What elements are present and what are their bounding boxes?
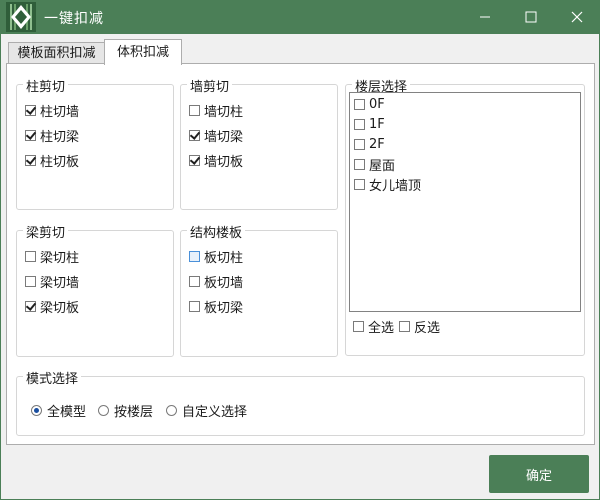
tab-volume[interactable]: 体积扣减 bbox=[104, 39, 182, 65]
checkbox-label: 梁切柱 bbox=[40, 250, 80, 266]
radio-label: 按楼层 bbox=[114, 404, 154, 420]
checkbox-checked-icon bbox=[25, 154, 36, 166]
checkbox-label: 反选 bbox=[414, 320, 441, 336]
checkbox-label: 梁切墙 bbox=[40, 275, 80, 291]
list-item-label: 女儿墙顶 bbox=[369, 178, 422, 194]
list-item-floor-0f[interactable]: 0F bbox=[354, 95, 385, 113]
close-icon bbox=[571, 11, 583, 23]
checkbox-unchecked-icon bbox=[399, 320, 410, 332]
checkbox-wall-cut-slab[interactable]: 墙切板 bbox=[189, 151, 244, 170]
checkbox-unchecked-icon bbox=[189, 300, 200, 312]
checkbox-label: 柱切墙 bbox=[40, 104, 80, 120]
group-title-mode-selection: 模式选择 bbox=[23, 368, 82, 387]
checkbox-unchecked-icon bbox=[189, 275, 200, 287]
group-title-structural-slab: 结构楼板 bbox=[187, 222, 246, 241]
title-bar: 一键扣减 bbox=[0, 0, 600, 34]
checkbox-column-cut-beam[interactable]: 柱切梁 bbox=[25, 126, 80, 145]
checkbox-label: 墙切柱 bbox=[204, 104, 244, 120]
minimize-icon bbox=[480, 16, 490, 18]
list-item-floor-1f[interactable]: 1F bbox=[354, 115, 385, 133]
radio-by-floor[interactable]: 按楼层 bbox=[98, 401, 154, 420]
checkbox-unchecked-icon bbox=[354, 118, 365, 130]
group-title-wall-cut: 墙剪切 bbox=[187, 76, 233, 95]
checkbox-label: 墙切梁 bbox=[204, 129, 244, 145]
radio-unselected-icon bbox=[166, 404, 177, 416]
checkbox-slab-cut-beam[interactable]: 板切梁 bbox=[189, 297, 244, 316]
checkbox-unchecked-icon bbox=[354, 98, 365, 110]
checkbox-beam-cut-column[interactable]: 梁切柱 bbox=[25, 247, 80, 266]
checkbox-label: 柱切梁 bbox=[40, 129, 80, 145]
list-item-floor-roof[interactable]: 屋面 bbox=[354, 155, 396, 174]
checkbox-invert-selection[interactable]: 反选 bbox=[399, 317, 441, 336]
checkbox-select-all[interactable]: 全选 bbox=[353, 317, 395, 336]
checkbox-unchecked-icon bbox=[25, 275, 36, 287]
maximize-icon bbox=[525, 11, 537, 23]
window-title: 一键扣减 bbox=[44, 11, 104, 27]
list-item-label: 0F bbox=[369, 96, 385, 112]
radio-label: 全模型 bbox=[47, 404, 87, 420]
checkbox-wall-cut-column[interactable]: 墙切柱 bbox=[189, 101, 244, 120]
checkbox-label: 板切柱 bbox=[204, 250, 244, 266]
checkbox-checked-icon bbox=[25, 104, 36, 116]
radio-selected-icon bbox=[31, 404, 42, 416]
checkbox-unchecked-icon bbox=[189, 250, 200, 262]
group-title-column-cut: 柱剪切 bbox=[23, 76, 69, 95]
checkbox-slab-cut-wall[interactable]: 板切墙 bbox=[189, 272, 244, 291]
list-item-label: 屋面 bbox=[369, 158, 396, 174]
checkbox-checked-icon bbox=[25, 300, 36, 312]
radio-label: 自定义选择 bbox=[182, 404, 248, 420]
maximize-button[interactable] bbox=[508, 0, 554, 34]
checkbox-label: 板切梁 bbox=[204, 300, 244, 316]
checkbox-beam-cut-slab[interactable]: 梁切板 bbox=[25, 297, 80, 316]
checkbox-column-cut-slab[interactable]: 柱切板 bbox=[25, 151, 80, 170]
checkbox-label: 梁切板 bbox=[40, 300, 80, 316]
checkbox-checked-icon bbox=[189, 129, 200, 141]
list-item-label: 2F bbox=[369, 136, 385, 152]
checkbox-checked-icon bbox=[189, 154, 200, 166]
checkbox-unchecked-icon bbox=[354, 138, 365, 150]
checkbox-label: 板切墙 bbox=[204, 275, 244, 291]
checkbox-label: 全选 bbox=[368, 320, 395, 336]
checkbox-wall-cut-beam[interactable]: 墙切梁 bbox=[189, 126, 244, 145]
checkbox-unchecked-icon bbox=[354, 158, 365, 170]
group-title-beam-cut: 梁剪切 bbox=[23, 222, 69, 241]
ok-button[interactable]: 确定 bbox=[489, 455, 589, 493]
checkbox-unchecked-icon bbox=[189, 104, 200, 116]
checkbox-slab-cut-column[interactable]: 板切柱 bbox=[189, 247, 244, 266]
checkbox-unchecked-icon bbox=[25, 250, 36, 262]
radio-unselected-icon bbox=[98, 404, 109, 416]
checkbox-unchecked-icon bbox=[354, 178, 365, 190]
radio-custom-selection[interactable]: 自定义选择 bbox=[166, 401, 248, 420]
checkbox-label: 墙切板 bbox=[204, 154, 244, 170]
list-item-label: 1F bbox=[369, 116, 385, 132]
list-item-floor-2f[interactable]: 2F bbox=[354, 135, 385, 153]
tab-template-area[interactable]: 模板面积扣减 bbox=[8, 42, 105, 64]
checkbox-column-cut-wall[interactable]: 柱切墙 bbox=[25, 101, 80, 120]
app-logo-icon bbox=[6, 2, 36, 32]
checkbox-unchecked-icon bbox=[353, 320, 364, 332]
close-button[interactable] bbox=[554, 0, 600, 34]
checkbox-label: 柱切板 bbox=[40, 154, 80, 170]
checkbox-checked-icon bbox=[25, 129, 36, 141]
minimize-button[interactable] bbox=[462, 0, 508, 34]
radio-full-model[interactable]: 全模型 bbox=[31, 401, 87, 420]
list-item-floor-parapet-top[interactable]: 女儿墙顶 bbox=[354, 175, 422, 194]
checkbox-beam-cut-wall[interactable]: 梁切墙 bbox=[25, 272, 80, 291]
